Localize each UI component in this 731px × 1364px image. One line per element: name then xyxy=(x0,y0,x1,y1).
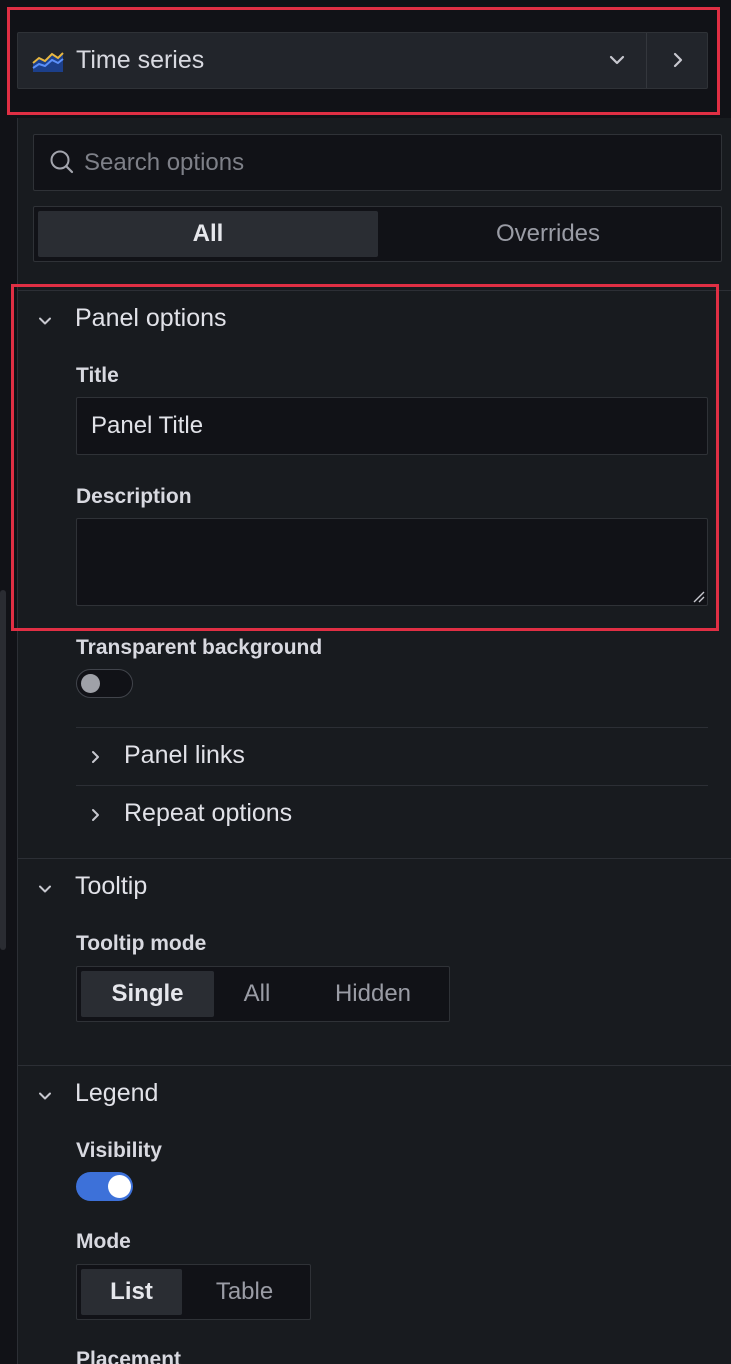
visualization-picker[interactable]: Time series xyxy=(17,32,708,89)
mode-label: Mode xyxy=(76,1230,131,1253)
visualization-label: Time series xyxy=(76,46,205,74)
visualization-next-button[interactable] xyxy=(646,33,707,88)
section-title-panel-options[interactable]: Panel options xyxy=(75,304,227,333)
placement-label: Placement xyxy=(76,1348,182,1364)
tab-all[interactable]: All xyxy=(38,211,378,257)
legend-mode-list[interactable]: List xyxy=(81,1269,182,1315)
divider xyxy=(18,858,731,859)
time-series-icon xyxy=(32,52,64,72)
chevron-down-icon[interactable] xyxy=(35,311,55,331)
tooltip-mode-hidden[interactable]: Hidden xyxy=(300,971,446,1017)
description-label: Description xyxy=(76,485,192,508)
page-scrollbar[interactable] xyxy=(0,590,6,950)
legend-mode-table[interactable]: Table xyxy=(182,1269,307,1315)
transparent-background-label: Transparent background xyxy=(76,636,323,659)
description-textarea[interactable] xyxy=(76,518,708,606)
visibility-toggle[interactable] xyxy=(76,1172,133,1201)
tab-overrides[interactable]: Overrides xyxy=(378,211,718,257)
options-tabs: All Overrides xyxy=(33,206,722,262)
chevron-right-icon[interactable] xyxy=(86,748,104,766)
tooltip-mode-all[interactable]: All xyxy=(214,971,300,1017)
panel-links-toggle[interactable]: Panel links xyxy=(124,741,245,770)
tooltip-mode-label: Tooltip mode xyxy=(76,932,207,955)
visualization-select[interactable]: Time series xyxy=(18,33,646,88)
tooltip-mode-single[interactable]: Single xyxy=(81,971,214,1017)
repeat-options-toggle[interactable]: Repeat options xyxy=(124,799,292,828)
title-input[interactable] xyxy=(76,397,708,455)
visibility-label: Visibility xyxy=(76,1139,162,1162)
chevron-right-icon xyxy=(673,52,683,68)
section-title-legend[interactable]: Legend xyxy=(75,1079,158,1108)
chevron-down-icon[interactable] xyxy=(606,49,628,71)
chevron-down-icon[interactable] xyxy=(35,879,55,899)
section-title-tooltip[interactable]: Tooltip xyxy=(75,872,147,901)
divider xyxy=(18,290,731,291)
resize-handle-icon[interactable] xyxy=(691,589,705,603)
toggle-knob xyxy=(108,1175,131,1198)
chevron-right-icon[interactable] xyxy=(86,806,104,824)
title-label: Title xyxy=(76,364,119,387)
chevron-down-icon[interactable] xyxy=(35,1086,55,1106)
search-icon xyxy=(50,150,74,174)
divider xyxy=(76,785,708,786)
toggle-knob xyxy=(81,674,100,693)
divider xyxy=(18,1065,731,1066)
tooltip-mode-group: Single All Hidden xyxy=(76,966,450,1022)
legend-mode-group: List Table xyxy=(76,1264,311,1320)
transparent-background-toggle[interactable] xyxy=(76,669,133,698)
search-box[interactable] xyxy=(33,134,722,191)
divider xyxy=(76,727,708,728)
search-input[interactable] xyxy=(84,135,714,190)
